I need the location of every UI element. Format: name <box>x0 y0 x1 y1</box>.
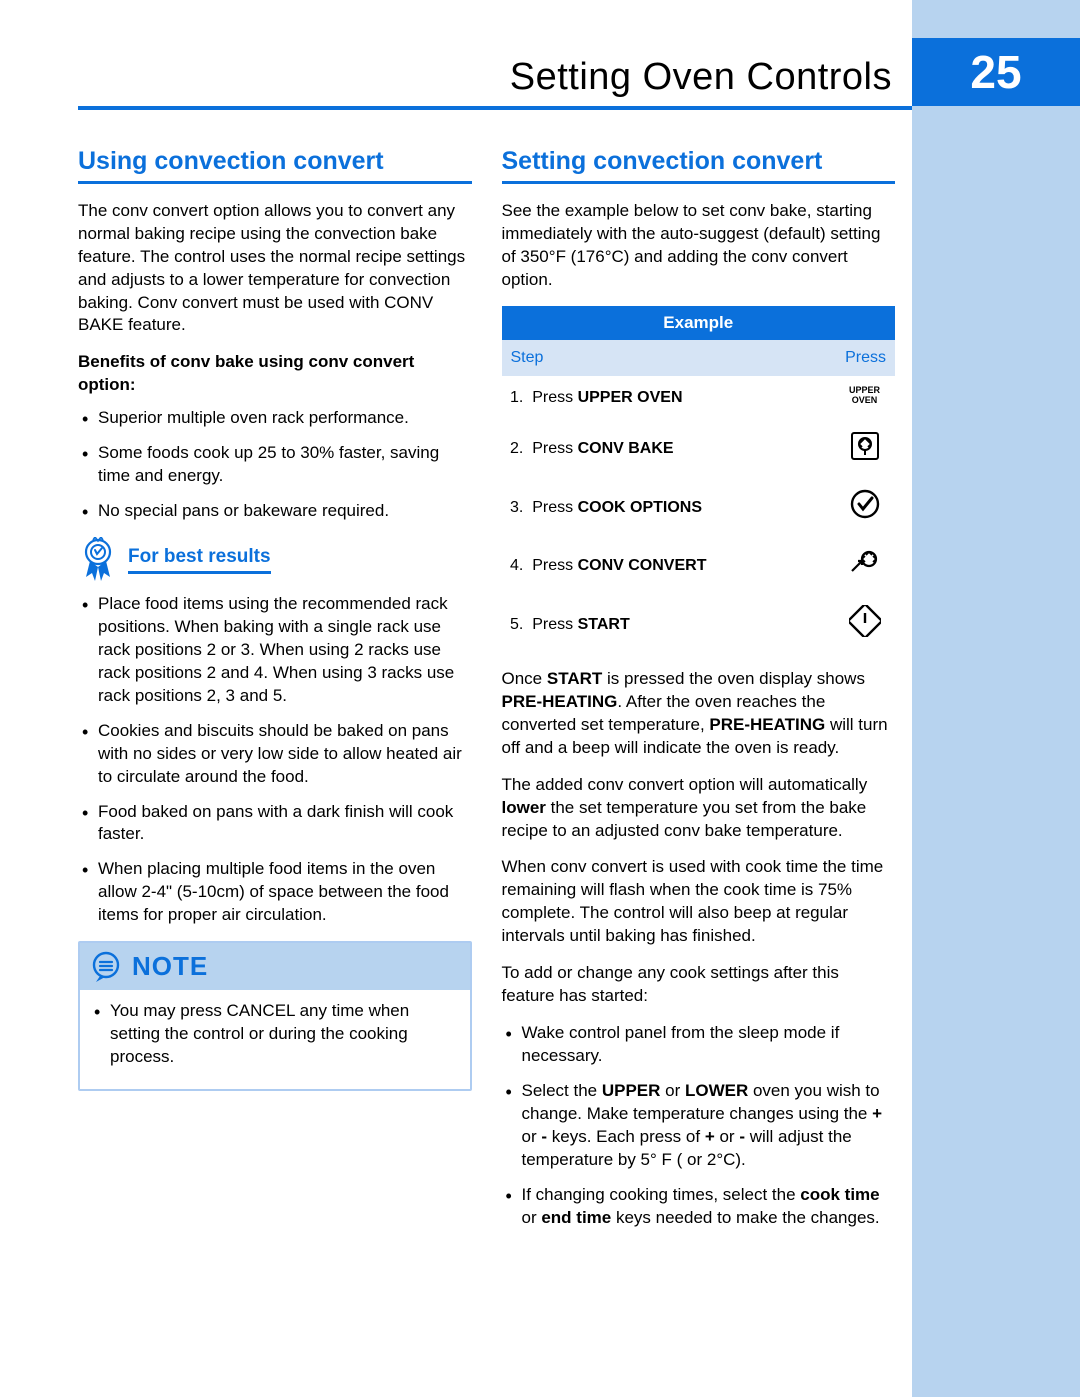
right-column: Setting convection convert See the examp… <box>502 145 896 1244</box>
start-icon <box>849 605 881 637</box>
list-item: Superior multiple oven rack performance. <box>78 407 472 430</box>
intro-paragraph: The conv convert option allows you to co… <box>78 200 472 338</box>
list-item: You may press CANCEL any time when setti… <box>90 1000 460 1069</box>
press-icon-cell <box>835 537 895 596</box>
list-item: If changing cooking times, select the co… <box>502 1184 896 1230</box>
upper-oven-icon: UPPEROVEN <box>849 386 880 406</box>
list-item: Cookies and biscuits should be baked on … <box>78 720 472 789</box>
page-side-band <box>912 0 1080 1397</box>
best-results-label: For best results <box>128 544 271 575</box>
step-cell: 3. Press COOK OPTIONS <box>502 478 835 537</box>
press-icon-cell <box>835 420 895 479</box>
award-ribbon-icon <box>78 537 118 581</box>
press-icon-cell: UPPEROVEN <box>835 376 895 420</box>
list-item: Food baked on pans with a dark finish wi… <box>78 801 472 847</box>
benefits-heading: Benefits of conv bake using conv convert… <box>78 351 472 397</box>
list-item: No special pans or bakeware required. <box>78 500 472 523</box>
list-item: When placing multiple food items in the … <box>78 858 472 927</box>
list-item: Select the UPPER or LOWER oven you wish … <box>502 1080 896 1172</box>
header-divider <box>78 106 912 110</box>
benefits-list: Superior multiple oven rack performance.… <box>78 407 472 523</box>
press-icon-cell <box>835 595 895 654</box>
example-table-title: Example <box>502 306 895 341</box>
note-label: NOTE <box>132 949 208 984</box>
paragraph: The added conv convert option will autom… <box>502 774 896 843</box>
page-number: 25 <box>912 38 1080 106</box>
step-cell: 2. Press CONV BAKE <box>502 420 835 479</box>
list-item: Place food items using the recommended r… <box>78 593 472 708</box>
column-header-step: Step <box>502 341 835 376</box>
list-item: Some foods cook up 25 to 30% faster, sav… <box>78 442 472 488</box>
conv-convert-icon <box>849 547 881 579</box>
note-speech-icon <box>90 951 122 983</box>
best-results-heading: For best results <box>78 537 472 581</box>
section-heading-setting-convection-convert: Setting convection convert <box>502 145 896 184</box>
left-column: Using convection convert The conv conver… <box>78 145 472 1244</box>
paragraph: When conv convert is used with cook time… <box>502 856 896 948</box>
paragraph: To add or change any cook settings after… <box>502 962 896 1008</box>
note-list: You may press CANCEL any time when setti… <box>90 1000 460 1069</box>
conv-bake-icon <box>849 430 881 462</box>
intro-paragraph: See the example below to set conv bake, … <box>502 200 896 292</box>
press-icon-cell <box>835 478 895 537</box>
column-header-press: Press <box>835 341 895 376</box>
step-cell: 4. Press CONV CONVERT <box>502 537 835 596</box>
cook-options-icon <box>849 488 881 520</box>
example-table: Example Step Press 1. Press UPPER OVEN U… <box>502 306 896 654</box>
best-results-list: Place food items using the recommended r… <box>78 593 472 927</box>
step-cell: 5. Press START <box>502 595 835 654</box>
page-title: Setting Oven Controls <box>510 52 892 103</box>
change-settings-list: Wake control panel from the sleep mode i… <box>502 1022 896 1230</box>
section-heading-using-convection-convert: Using convection convert <box>78 145 472 184</box>
step-cell: 1. Press UPPER OVEN <box>502 376 835 420</box>
list-item: Wake control panel from the sleep mode i… <box>502 1022 896 1068</box>
note-box: NOTE You may press CANCEL any time when … <box>78 941 472 1091</box>
paragraph: Once START is pressed the oven display s… <box>502 668 896 760</box>
